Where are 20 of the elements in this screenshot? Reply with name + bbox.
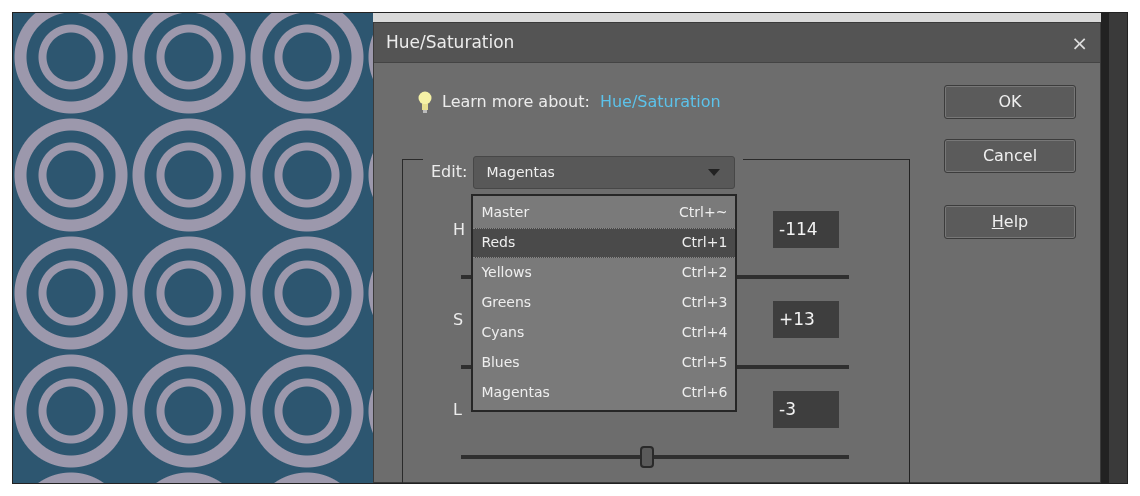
menu-item-label: Greens xyxy=(481,293,532,312)
slider-label: H xyxy=(453,218,466,241)
shortcut-label: Ctrl+~ xyxy=(679,203,728,222)
shortcut-label: Ctrl+1 xyxy=(681,233,728,252)
edit-label: Edit: xyxy=(431,161,468,183)
menu-item-label: Blues xyxy=(481,353,520,372)
menu-item-label: Yellows xyxy=(481,263,532,282)
menu-item-label: Magentas xyxy=(481,383,550,402)
dialog-title: Hue/Saturation xyxy=(386,30,515,54)
shortcut-label: Ctrl+5 xyxy=(681,353,728,372)
menu-item-label: Reds xyxy=(481,233,516,252)
menu-item-label: Cyans xyxy=(481,323,525,342)
slider-label: S xyxy=(453,308,464,331)
slider-label: L xyxy=(453,398,462,421)
menu-item-label: Master xyxy=(481,203,530,222)
shortcut-label: Ctrl+2 xyxy=(681,263,728,282)
learn-more-label: Learn more about: xyxy=(442,91,590,113)
shortcut-label: Ctrl+6 xyxy=(681,383,728,402)
shortcut-label: Ctrl+4 xyxy=(681,323,728,342)
shortcut-label: Ctrl+3 xyxy=(681,293,728,312)
